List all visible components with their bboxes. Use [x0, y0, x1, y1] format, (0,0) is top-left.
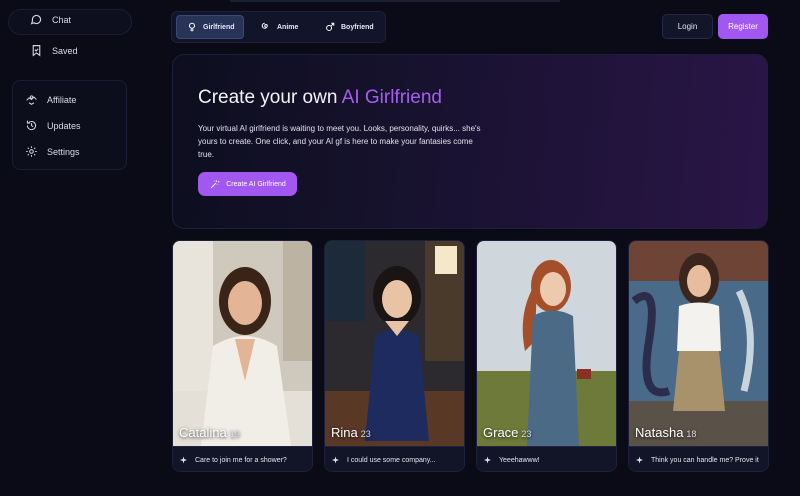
- character-message: I could use some company...: [325, 446, 464, 471]
- sparkle-icon: [332, 456, 339, 464]
- hero-description: Your virtual AI girlfriend is waiting to…: [198, 124, 481, 159]
- character-photo: [629, 241, 768, 446]
- sparkle-icon: [484, 456, 491, 464]
- sidebar-item-label: Settings: [47, 146, 80, 157]
- message-text: Care to join me for a shower?: [195, 456, 287, 464]
- character-message: Care to join me for a shower?: [173, 446, 312, 471]
- magic-wand-icon: [210, 179, 220, 188]
- sidebar-item-label: Updates: [47, 120, 81, 131]
- hero-title-main: Create your own: [198, 87, 342, 108]
- character-age: 23: [521, 429, 532, 439]
- chat-bubble-icon: [30, 14, 42, 25]
- sidebar-item-affiliate[interactable]: Affiliate: [25, 93, 76, 106]
- name-text: Rina: [331, 425, 358, 440]
- sidebar-item-chat[interactable]: Chat: [30, 13, 71, 26]
- character-card-grace[interactable]: Grace 23 Yeeehawww!: [476, 240, 617, 472]
- character-message: Yeeehawww!: [477, 446, 616, 471]
- updates-icon: [26, 120, 37, 131]
- sidebar-item-settings[interactable]: Settings: [25, 145, 80, 158]
- character-message: Think you can handle me? Prove it: [629, 446, 768, 471]
- tab-girlfriend[interactable]: Girlfriend: [176, 15, 244, 39]
- female-symbol-icon: [189, 22, 195, 32]
- cta-label: Create AI Girlfriend: [226, 180, 286, 188]
- name-text: Natasha: [635, 425, 684, 440]
- character-photo: [325, 241, 464, 446]
- register-button[interactable]: Register: [718, 14, 768, 39]
- name-text: Catalina: [179, 425, 227, 440]
- character-age: 23: [360, 429, 371, 439]
- sidebar-item-updates[interactable]: Updates: [25, 119, 81, 132]
- character-photo: [173, 241, 312, 446]
- character-name: Natasha 18: [635, 425, 696, 440]
- gear-icon: [26, 146, 37, 157]
- character-name: Grace 23: [483, 425, 531, 440]
- bookmark-icon: [32, 45, 41, 57]
- tab-label: Girlfriend: [203, 23, 235, 31]
- tab-label: Anime: [277, 23, 299, 31]
- sidebar-item-label: Chat: [52, 14, 72, 25]
- character-name: Rina 23: [331, 425, 371, 440]
- sparkle-icon: [180, 456, 187, 464]
- tab-anime[interactable]: Anime: [261, 15, 298, 39]
- character-card-catalina[interactable]: Catalina 19 Care to join me for a shower?: [172, 240, 313, 472]
- message-text: Yeeehawww!: [499, 456, 540, 464]
- message-text: I could use some company...: [347, 456, 436, 464]
- character-photo: [477, 241, 616, 446]
- character-card-rina[interactable]: Rina 23 I could use some company...: [324, 240, 465, 472]
- affiliate-icon: [26, 95, 37, 106]
- name-text: Grace: [483, 425, 519, 440]
- sidebar-item-label: Affiliate: [47, 94, 77, 105]
- character-card-natasha[interactable]: Natasha 18 Think you can handle me? Prove…: [628, 240, 769, 472]
- category-tabs: Girlfriend Anime Boyfriend: [171, 11, 386, 43]
- sidebar-item-saved[interactable]: Saved: [30, 44, 78, 57]
- create-ai-girlfriend-button[interactable]: Create AI Girlfriend: [198, 172, 297, 196]
- character-age: 19: [229, 429, 240, 439]
- anime-swirl-icon: [261, 22, 268, 29]
- male-symbol-icon: [326, 22, 335, 31]
- sparkle-icon: [636, 456, 643, 464]
- login-button[interactable]: Login: [662, 14, 713, 39]
- character-age: 18: [686, 429, 697, 439]
- message-text: Think you can handle me? Prove it: [651, 456, 759, 464]
- tab-boyfriend[interactable]: Boyfriend: [325, 15, 374, 39]
- hero-title-accent: AI Girlfriend: [341, 87, 442, 108]
- character-name: Catalina 19: [179, 425, 240, 440]
- hero-title: Create your own AI Girlfriend: [198, 87, 442, 109]
- top-divider: [230, 0, 560, 2]
- sidebar-item-label: Saved: [52, 45, 78, 56]
- tab-label: Boyfriend: [341, 23, 374, 31]
